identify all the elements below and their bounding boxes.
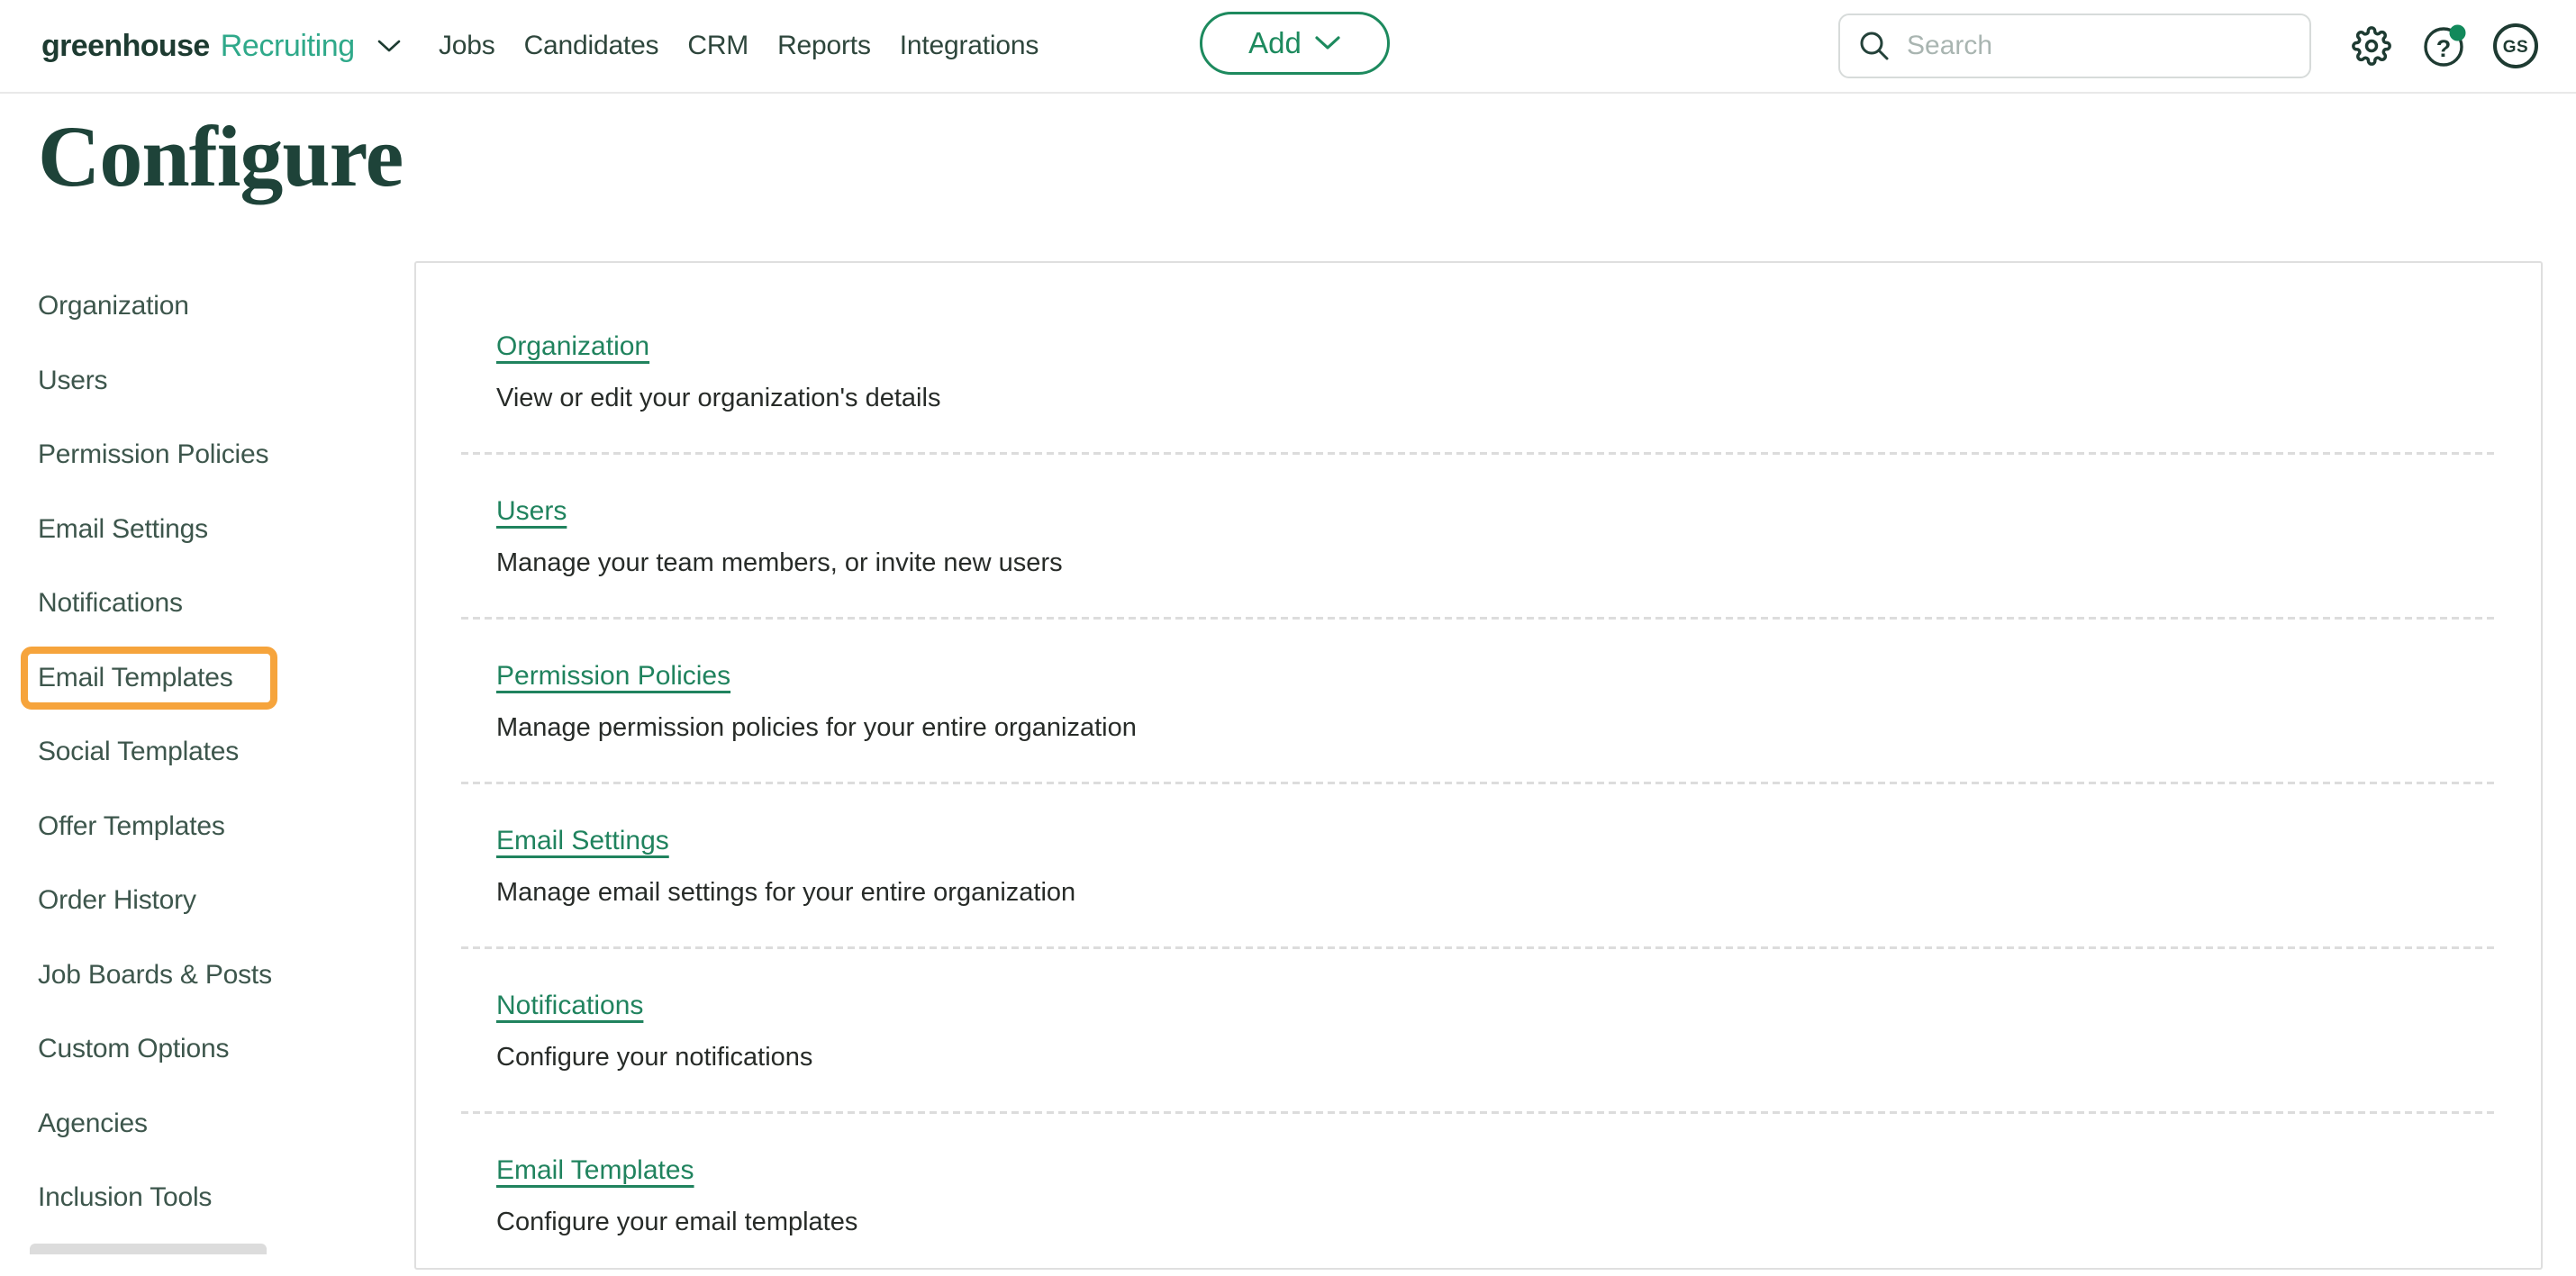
nav-item-jobs[interactable]: Jobs [439,31,495,61]
avatar-initials: GS [2503,38,2528,57]
avatar: GS [2492,23,2539,69]
section-permission-policies: Permission Policies Manage permission po… [416,620,2541,782]
users-link[interactable]: Users [496,494,567,529]
sidebar-item-order-history[interactable]: Order History [38,864,398,938]
notification-dot [2449,24,2466,41]
sidebar-item-inclusion-tools[interactable]: Inclusion Tools [38,1161,398,1235]
sidebar-item-email-templates[interactable]: Email Templates [21,641,398,716]
gear-icon [2352,26,2391,66]
organization-description: View or edit your organization's details [496,384,941,412]
greenhouse-logo[interactable]: greenhouse Recruiting [41,0,402,92]
user-avatar-button[interactable]: GS [2492,0,2539,92]
sidebar-item-users[interactable]: Users [38,344,398,419]
sidebar-item-job-boards-posts[interactable]: Job Boards & Posts [38,938,398,1013]
sidebar-item-notifications[interactable]: Notifications [38,566,398,641]
nav-item-crm[interactable]: CRM [687,31,748,61]
permission-policies-description: Manage permission policies for your enti… [496,713,1137,742]
section-users: Users Manage your team members, or invit… [416,455,2541,617]
nav-item-reports[interactable]: Reports [777,31,871,61]
logo-product-text: Recruiting [220,28,355,63]
sidebar-item-offer-templates[interactable]: Offer Templates [38,790,398,864]
logo-brand-text: greenhouse [41,28,210,63]
sidebar-item-email-settings[interactable]: Email Settings [38,493,398,567]
sidebar-item-agencies[interactable]: Agencies [38,1087,398,1162]
section-organization: Organization View or edit your organizat… [416,263,2541,452]
nav-item-candidates[interactable]: Candidates [524,31,659,61]
organization-link[interactable]: Organization [496,330,649,364]
sidebar-item-partial-cutoff[interactable] [30,1244,267,1254]
search-icon [1858,30,1891,62]
configure-sections-panel: Organization View or edit your organizat… [414,261,2543,1270]
sidebar-item-permission-policies[interactable]: Permission Policies [38,418,398,493]
sidebar-item-custom-options[interactable]: Custom Options [38,1012,398,1087]
settings-gear-button[interactable] [2352,0,2391,92]
search-input[interactable] [1907,31,2291,61]
section-email-templates: Email Templates Configure your email tem… [416,1114,2541,1276]
top-nav-bar: greenhouse Recruiting Jobs Candidates CR… [0,0,2576,94]
notifications-description: Configure your notifications [496,1043,813,1072]
add-button-label: Add [1248,26,1302,59]
help-icon: ? [2423,24,2466,68]
sidebar-item-social-templates[interactable]: Social Templates [38,715,398,790]
chevron-down-icon [1314,35,1341,51]
primary-nav: Jobs Candidates CRM Reports Integrations [439,0,1039,92]
email-settings-link[interactable]: Email Settings [496,824,669,858]
page-title: Configure [38,108,404,204]
email-settings-description: Manage email settings for your entire or… [496,878,1076,907]
email-templates-link[interactable]: Email Templates [496,1154,694,1188]
users-description: Manage your team members, or invite new … [496,548,1063,577]
add-button[interactable]: Add [1200,12,1390,75]
notifications-link[interactable]: Notifications [496,989,643,1023]
section-notifications: Notifications Configure your notificatio… [416,949,2541,1111]
chevron-down-icon [376,39,402,53]
nav-item-integrations[interactable]: Integrations [900,31,1039,61]
question-mark-glyph: ? [2436,35,2452,62]
help-button[interactable]: ? [2423,0,2466,92]
sidebar-item-organization[interactable]: Organization [38,269,398,344]
permission-policies-link[interactable]: Permission Policies [496,659,730,693]
search-bar[interactable] [1838,14,2311,78]
highlight-annotation-box: Email Templates [21,646,277,710]
section-email-settings: Email Settings Manage email settings for… [416,784,2541,946]
configure-sidebar: Organization Users Permission Policies E… [21,269,398,1235]
email-templates-description: Configure your email templates [496,1208,858,1236]
